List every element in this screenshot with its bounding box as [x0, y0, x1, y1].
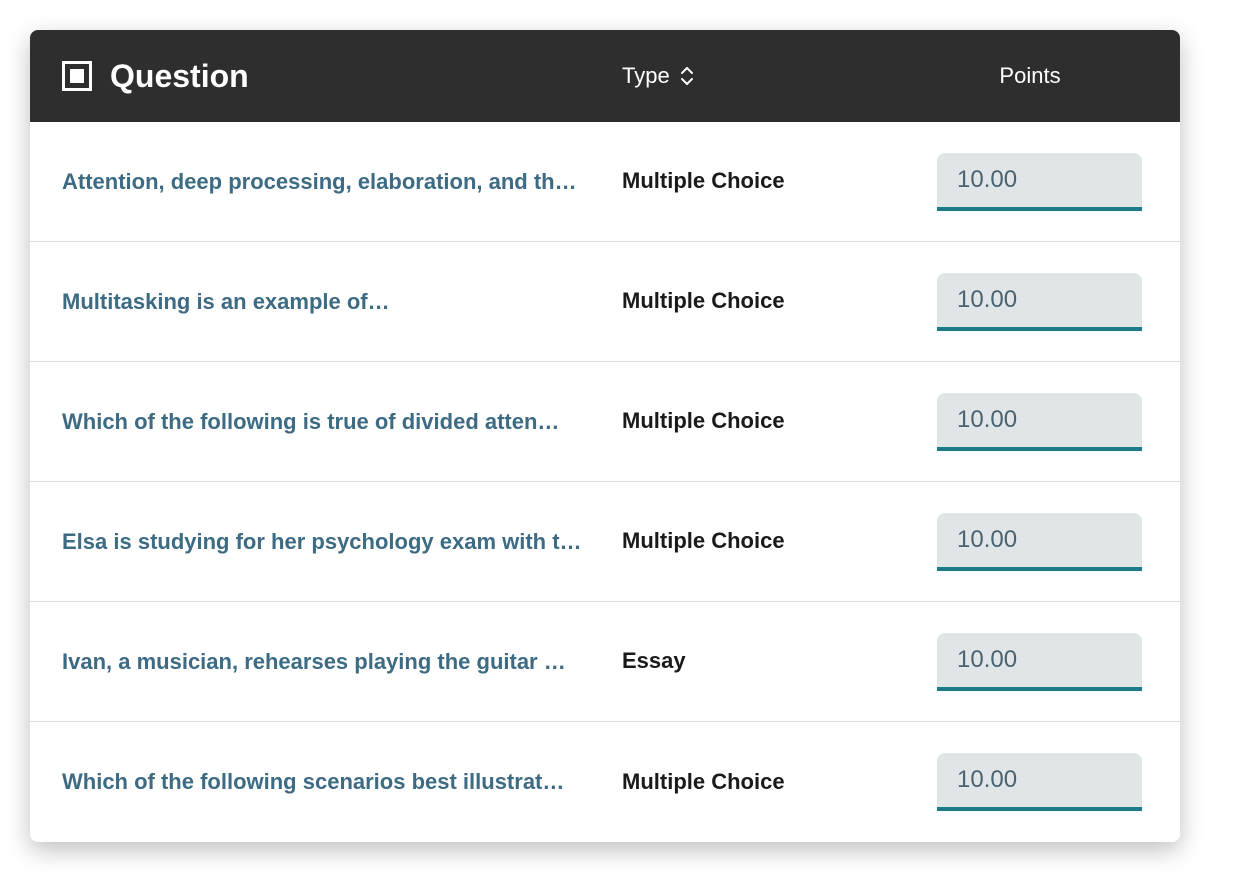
points-cell — [912, 273, 1148, 331]
points-input[interactable] — [937, 513, 1142, 571]
points-column-header: Points — [912, 63, 1148, 89]
question-link[interactable]: Attention, deep processing, elaboration,… — [62, 169, 622, 195]
select-all-checkbox[interactable] — [62, 61, 92, 91]
question-link[interactable]: Ivan, a musician, rehearses playing the … — [62, 649, 622, 675]
question-type: Multiple Choice — [622, 287, 912, 316]
table-header: Question Type Points — [30, 30, 1180, 122]
question-type: Multiple Choice — [622, 407, 912, 436]
checkbox-indeterminate-icon — [70, 69, 84, 83]
points-input[interactable] — [937, 633, 1142, 691]
table-row: Multitasking is an example of… Multiple … — [30, 242, 1180, 362]
points-cell — [912, 153, 1148, 211]
question-type: Multiple Choice — [622, 167, 912, 196]
question-link[interactable]: Multitasking is an example of… — [62, 289, 622, 315]
type-column-header[interactable]: Type — [622, 63, 912, 89]
points-cell — [912, 633, 1148, 691]
question-header-label: Question — [110, 58, 249, 95]
question-type: Multiple Choice — [622, 527, 912, 556]
points-cell — [912, 393, 1148, 451]
sort-icon — [680, 66, 694, 86]
question-column-header: Question — [62, 58, 622, 95]
points-input[interactable] — [937, 753, 1142, 811]
points-cell — [912, 753, 1148, 811]
table-row: Ivan, a musician, rehearses playing the … — [30, 602, 1180, 722]
questions-table: Question Type Points Attention, deep pro… — [30, 30, 1180, 842]
type-header-label: Type — [622, 63, 670, 89]
points-input[interactable] — [937, 393, 1142, 451]
points-header-label: Points — [999, 63, 1060, 88]
table-row: Which of the following scenarios best il… — [30, 722, 1180, 842]
table-row: Which of the following is true of divide… — [30, 362, 1180, 482]
points-input[interactable] — [937, 273, 1142, 331]
table-row: Attention, deep processing, elaboration,… — [30, 122, 1180, 242]
points-input[interactable] — [937, 153, 1142, 211]
question-type: Essay — [622, 647, 912, 676]
question-link[interactable]: Which of the following scenarios best il… — [62, 769, 622, 795]
question-link[interactable]: Which of the following is true of divide… — [62, 409, 622, 435]
points-cell — [912, 513, 1148, 571]
table-row: Elsa is studying for her psychology exam… — [30, 482, 1180, 602]
question-type: Multiple Choice — [622, 768, 912, 797]
question-link[interactable]: Elsa is studying for her psychology exam… — [62, 529, 622, 555]
